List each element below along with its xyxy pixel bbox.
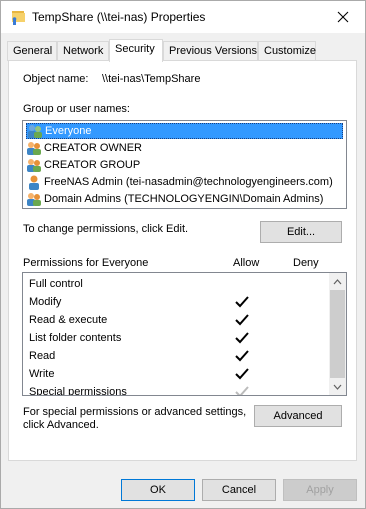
list-item-label: CREATOR GROUP xyxy=(44,159,141,171)
user-icon xyxy=(29,175,39,190)
permission-row: Full control xyxy=(29,276,329,294)
permission-name: Full control xyxy=(29,278,83,290)
group-or-user-names-label: Group or user names: xyxy=(23,103,130,115)
security-panel: Object name: \\tei-nas\TempShare Group o… xyxy=(8,60,357,461)
shared-folder-icon xyxy=(12,11,25,25)
tab-previous-versions[interactable]: Previous Versions xyxy=(163,41,258,61)
permissions-for-label: Permissions for Everyone xyxy=(23,257,149,269)
properties-dialog: TempShare (\\tei-nas) Properties General… xyxy=(0,0,366,509)
object-name-label: Object name: xyxy=(23,73,89,85)
list-item-freenas-admin[interactable]: FreeNAS Admin (tei-nasadmin@technologyen… xyxy=(26,174,343,190)
permission-name: Read xyxy=(29,350,56,362)
tab-general[interactable]: General xyxy=(7,41,57,61)
window-title: TempShare (\\tei-nas) Properties xyxy=(32,10,206,24)
scroll-up-button[interactable] xyxy=(329,273,346,290)
edit-button[interactable]: Edit... xyxy=(260,221,342,243)
group-icon xyxy=(27,142,41,155)
cancel-button[interactable]: Cancel xyxy=(202,479,276,501)
tab-customize[interactable]: Customize xyxy=(258,41,316,61)
list-item-domain-admins[interactable]: Domain Admins (TECHNOLOGYENGIN\Domain Ad… xyxy=(26,191,343,207)
list-item-label: CREATOR OWNER xyxy=(44,142,142,154)
permissions-list[interactable]: Full control Modify Read & execute List … xyxy=(22,272,347,396)
advanced-button[interactable]: Advanced xyxy=(254,405,342,427)
allow-check-icon xyxy=(235,368,249,380)
permission-name: Write xyxy=(29,368,55,380)
list-item-creator-owner[interactable]: CREATOR OWNER xyxy=(26,140,343,156)
deny-column-header: Deny xyxy=(293,257,319,269)
tab-network[interactable]: Network xyxy=(57,41,109,61)
allow-check-icon xyxy=(235,332,249,344)
list-item-label: FreeNAS Admin (tei-nasadmin@technologyen… xyxy=(44,176,333,188)
scroll-thumb[interactable] xyxy=(330,290,345,378)
permissions-scrollbar[interactable] xyxy=(329,273,346,395)
apply-button[interactable]: Apply xyxy=(283,479,357,501)
chevron-down-icon xyxy=(333,384,342,390)
advanced-text-line2: click Advanced. xyxy=(23,419,99,431)
allow-check-icon xyxy=(235,296,249,308)
group-icon xyxy=(27,193,41,206)
ok-button[interactable]: OK xyxy=(121,479,195,501)
allow-check-icon xyxy=(235,314,249,326)
close-icon xyxy=(337,11,349,23)
list-item-label: Everyone xyxy=(45,125,92,137)
permission-row: Modify xyxy=(29,294,329,312)
group-icon xyxy=(27,159,41,172)
list-item-everyone[interactable]: Everyone xyxy=(26,123,343,139)
permission-row: Write xyxy=(29,366,329,384)
permission-name: Modify xyxy=(29,296,62,308)
allow-check-icon xyxy=(235,350,249,362)
advanced-text-line1: For special permissions or advanced sett… xyxy=(23,406,247,418)
permission-row: Special permissions xyxy=(29,384,329,396)
scroll-down-button[interactable] xyxy=(329,378,346,395)
group-user-listbox[interactable]: Everyone CREATOR OWNER CREATOR GROUP Fre… xyxy=(22,120,347,209)
permission-name: List folder contents xyxy=(29,332,122,344)
change-permissions-text: To change permissions, click Edit. xyxy=(23,223,189,235)
list-item-creator-group[interactable]: CREATOR GROUP xyxy=(26,157,343,173)
permission-row: Read & execute xyxy=(29,312,329,330)
tab-security[interactable]: Security xyxy=(109,39,163,62)
permission-name: Special permissions xyxy=(29,386,127,396)
chevron-up-icon xyxy=(333,278,342,284)
permission-name: Read & execute xyxy=(29,314,108,326)
allow-check-icon xyxy=(235,386,249,395)
object-name-value: \\tei-nas\TempShare xyxy=(102,73,201,85)
close-button[interactable] xyxy=(321,1,365,33)
title-bar: TempShare (\\tei-nas) Properties xyxy=(1,1,365,33)
list-item-label: Domain Admins (TECHNOLOGYENGIN\Domain Ad… xyxy=(44,193,324,205)
permission-row: Read xyxy=(29,348,329,366)
permission-row: List folder contents xyxy=(29,330,329,348)
allow-column-header: Allow xyxy=(233,257,260,269)
group-icon xyxy=(28,125,42,138)
